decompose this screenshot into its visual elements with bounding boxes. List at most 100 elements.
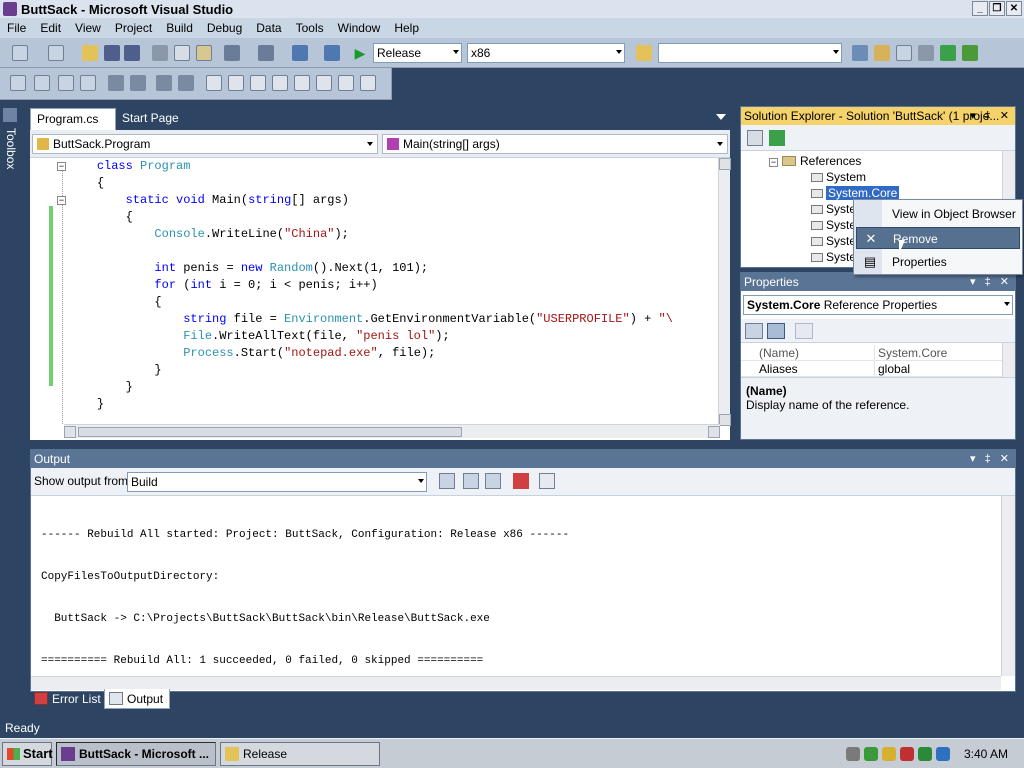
properties-scrollbar[interactable] bbox=[1002, 343, 1015, 377]
editor-horizontal-scrollbar[interactable] bbox=[64, 424, 720, 438]
menu-tools[interactable]: Tools bbox=[289, 21, 331, 35]
solution-configuration-select[interactable]: Release bbox=[373, 43, 462, 63]
navigate-forward-icon[interactable] bbox=[324, 45, 340, 61]
previous-bookmark-document-icon[interactable] bbox=[316, 75, 332, 91]
network-icon[interactable] bbox=[846, 747, 860, 761]
volume-icon[interactable] bbox=[936, 747, 950, 761]
next-bookmark-document-icon[interactable] bbox=[338, 75, 354, 91]
toolbox-pin-icon[interactable] bbox=[3, 108, 17, 122]
save-all-icon[interactable] bbox=[124, 45, 140, 61]
properties-object-select[interactable]: System.Core Reference Properties bbox=[743, 295, 1013, 315]
uncomment-lines-icon[interactable] bbox=[178, 75, 194, 91]
complete-word-icon[interactable] bbox=[80, 75, 96, 91]
menu-window[interactable]: Window bbox=[331, 21, 388, 35]
output-horizontal-scrollbar[interactable] bbox=[31, 676, 1001, 690]
clear-bookmarks-icon[interactable] bbox=[360, 75, 376, 91]
word-wrap-icon[interactable] bbox=[539, 473, 555, 489]
go-to-previous-message-icon[interactable] bbox=[463, 473, 479, 489]
tab-program-cs[interactable]: Program.cs ✕ bbox=[30, 108, 116, 146]
tree-item-reference[interactable]: Syste bbox=[811, 217, 856, 233]
output-vertical-scrollbar[interactable] bbox=[1001, 496, 1015, 676]
menu-item-remove[interactable]: ✕ Remove bbox=[856, 227, 1020, 249]
security-icon[interactable] bbox=[900, 747, 914, 761]
properties-icon[interactable] bbox=[747, 130, 763, 146]
next-bookmark-folder-icon[interactable] bbox=[294, 75, 310, 91]
taskbar-item-release-folder[interactable]: Release bbox=[220, 742, 380, 766]
increase-indent-icon[interactable] bbox=[130, 75, 146, 91]
menu-file[interactable]: File bbox=[0, 21, 33, 35]
object-browser-icon[interactable] bbox=[896, 45, 912, 61]
collapse-icon[interactable]: − bbox=[769, 158, 778, 167]
toolbox-window-icon[interactable] bbox=[918, 45, 934, 61]
tree-item-system[interactable]: System bbox=[811, 169, 866, 185]
find-in-files-icon[interactable] bbox=[636, 45, 652, 61]
properties-window-icon[interactable] bbox=[874, 45, 890, 61]
output-header[interactable]: Output ▾ ‡ ✕ bbox=[31, 450, 1015, 468]
paste-icon[interactable] bbox=[196, 45, 212, 61]
tree-item-reference[interactable]: Syste bbox=[811, 201, 856, 217]
active-files-dropdown-icon[interactable] bbox=[716, 114, 726, 120]
toolbox-tab[interactable]: Toolbox bbox=[4, 128, 18, 169]
class-view-icon[interactable] bbox=[962, 45, 978, 61]
menu-view[interactable]: View bbox=[68, 21, 108, 35]
menu-debug[interactable]: Debug bbox=[200, 21, 249, 35]
menu-item-view-in-object-browser[interactable]: View in Object Browser bbox=[856, 203, 1020, 225]
code-text-area[interactable]: − − class Program { static void Main(str… bbox=[30, 158, 720, 426]
maximize-button[interactable]: ❐ bbox=[989, 1, 1005, 16]
undo-icon[interactable] bbox=[224, 45, 240, 61]
previous-bookmark-folder-icon[interactable] bbox=[272, 75, 288, 91]
parameter-info-icon[interactable] bbox=[34, 75, 50, 91]
menu-help[interactable]: Help bbox=[387, 21, 426, 35]
property-pages-icon[interactable] bbox=[795, 323, 813, 339]
property-value[interactable]: global bbox=[878, 361, 910, 377]
menu-project[interactable]: Project bbox=[108, 21, 159, 35]
panel-controls[interactable]: ▾ ‡ ✕ bbox=[970, 450, 1012, 468]
taskbar-item-visual-studio[interactable]: ButtSack - Microsoft ... bbox=[56, 742, 216, 766]
minimize-button[interactable]: _ bbox=[972, 1, 988, 16]
new-project-icon[interactable] bbox=[12, 45, 28, 61]
menu-edit[interactable]: Edit bbox=[33, 21, 68, 35]
tree-item-reference[interactable]: Syste bbox=[811, 233, 856, 249]
next-bookmark-icon[interactable] bbox=[250, 75, 266, 91]
types-dropdown[interactable]: ButtSack.Program bbox=[32, 134, 378, 154]
output-text[interactable]: ------ Rebuild All started: Project: But… bbox=[41, 500, 569, 696]
save-icon[interactable] bbox=[104, 45, 120, 61]
collapse-icon[interactable]: − bbox=[57, 162, 66, 171]
find-combo[interactable] bbox=[658, 43, 842, 63]
cut-icon[interactable] bbox=[152, 45, 168, 61]
navigate-backward-icon[interactable] bbox=[292, 45, 308, 61]
scroll-left-icon[interactable] bbox=[64, 426, 76, 438]
solution-platform-select[interactable]: x86 bbox=[467, 43, 625, 63]
start-button[interactable]: Start bbox=[2, 742, 53, 766]
tab-start-page[interactable]: Start Page bbox=[116, 108, 185, 130]
tree-item-reference[interactable]: Syste bbox=[811, 249, 856, 265]
menu-data[interactable]: Data bbox=[249, 21, 288, 35]
comment-lines-icon[interactable] bbox=[156, 75, 172, 91]
clear-all-icon[interactable] bbox=[513, 473, 529, 489]
scroll-right-icon[interactable] bbox=[708, 426, 720, 438]
property-row-aliases[interactable]: Aliases global bbox=[741, 361, 1003, 377]
go-to-next-message-icon[interactable] bbox=[485, 473, 501, 489]
collapse-icon[interactable]: − bbox=[57, 196, 66, 205]
decrease-indent-icon[interactable] bbox=[108, 75, 124, 91]
scroll-thumb[interactable] bbox=[78, 427, 462, 437]
scroll-down-icon[interactable] bbox=[719, 414, 731, 426]
panel-controls[interactable]: ▾ ‡ ✕ bbox=[970, 107, 1012, 125]
redo-icon[interactable] bbox=[258, 45, 274, 61]
tray-app-icon[interactable] bbox=[918, 747, 932, 761]
previous-bookmark-icon[interactable] bbox=[228, 75, 244, 91]
add-item-icon[interactable] bbox=[48, 45, 64, 61]
scroll-up-icon[interactable] bbox=[719, 158, 731, 170]
start-debugging-icon[interactable]: ▶ bbox=[352, 45, 368, 61]
bookmark-icon[interactable] bbox=[206, 75, 222, 91]
tray-app-icon[interactable] bbox=[882, 747, 896, 761]
properties-header[interactable]: Properties ▾ ‡ ✕ bbox=[741, 273, 1015, 291]
tab-output[interactable]: Output bbox=[104, 689, 171, 709]
quick-info-icon[interactable] bbox=[58, 75, 74, 91]
menu-build[interactable]: Build bbox=[159, 21, 200, 35]
members-dropdown[interactable]: Main(string[] args) bbox=[382, 134, 728, 154]
solution-explorer-icon[interactable] bbox=[852, 45, 868, 61]
categorized-icon[interactable] bbox=[745, 323, 763, 339]
menu-item-properties[interactable]: ▤ Properties bbox=[856, 251, 1020, 273]
panel-controls[interactable]: ▾ ‡ ✕ bbox=[970, 273, 1012, 291]
